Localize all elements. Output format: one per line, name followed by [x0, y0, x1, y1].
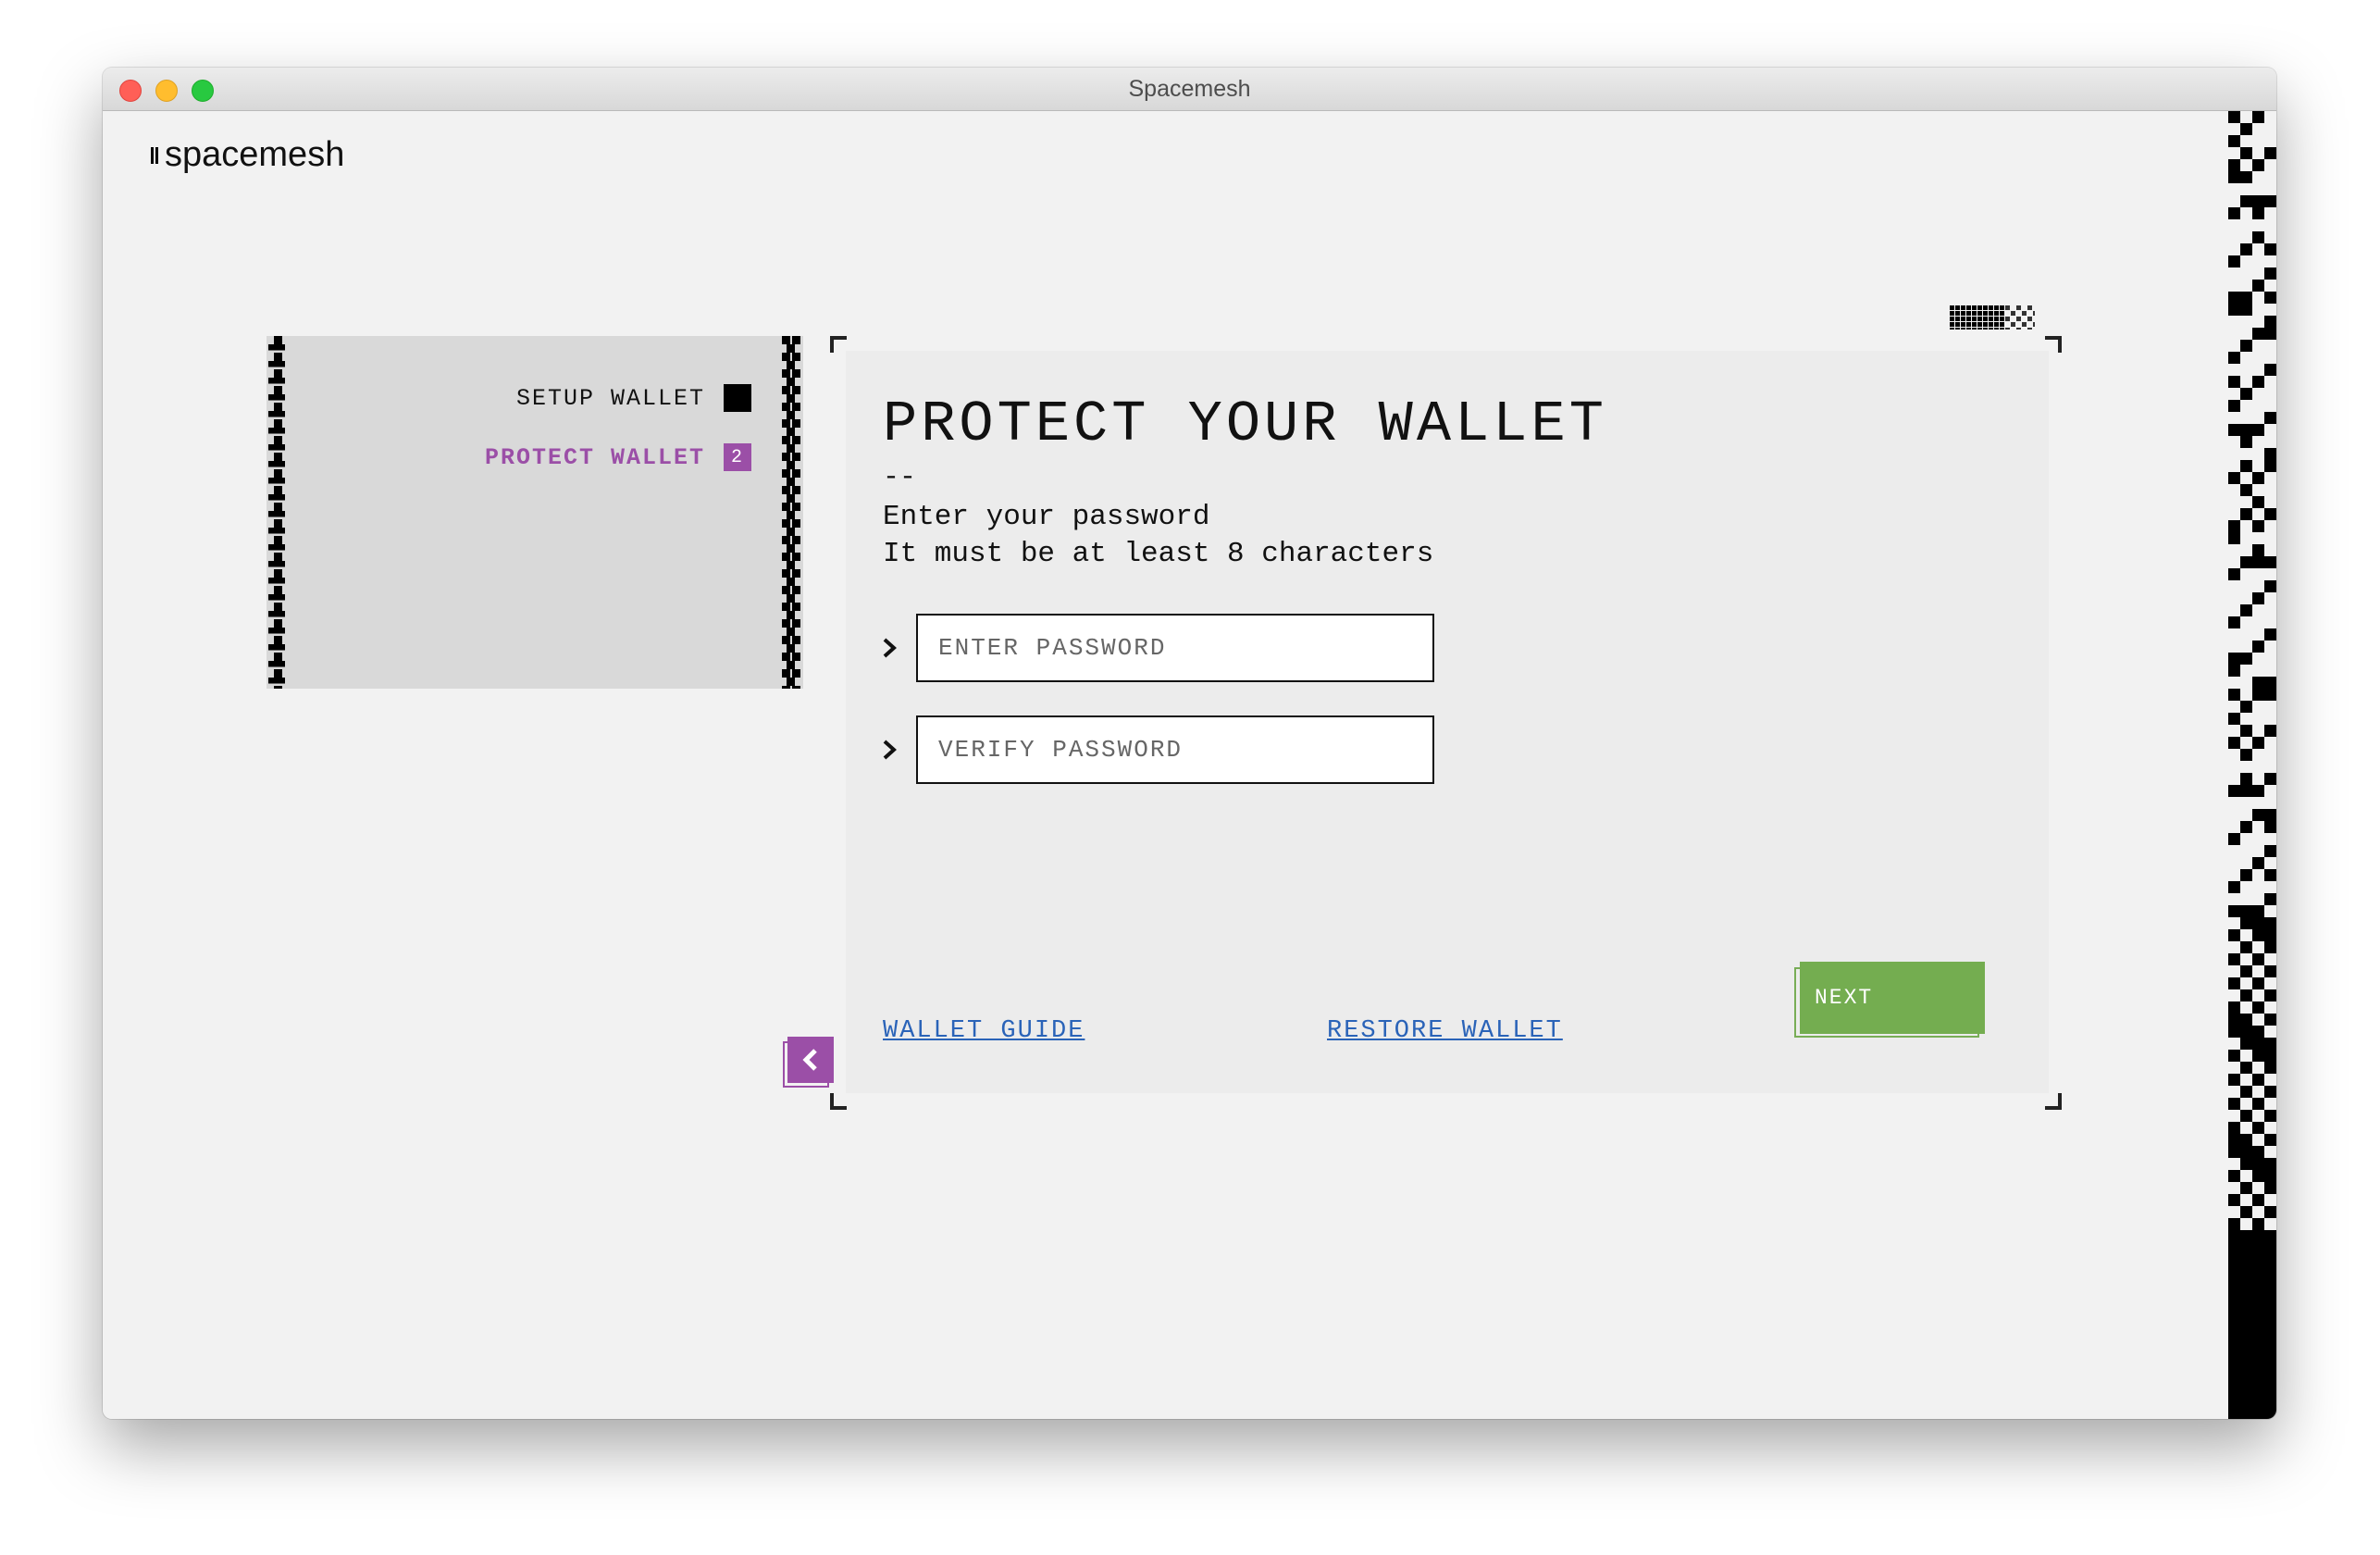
instruction-line-2: It must be at least 8 characters [883, 538, 1434, 570]
wallet-progress-panel: SETUP WALLET PROTECT WALLET 2 [267, 336, 803, 689]
app-window: Spacemesh spacemesh SETUP WALLET PROTECT… [103, 68, 2276, 1419]
step-label: PROTECT WALLET [484, 443, 705, 471]
window-title: Spacemesh [1128, 76, 1251, 102]
logo-mark-icon [151, 146, 160, 164]
instruction-line-1: Enter your password [883, 501, 1210, 533]
logo-text: spacemesh [165, 135, 345, 174]
title-divider: -- [883, 462, 917, 493]
verify-password-row [883, 715, 1434, 784]
dotted-border-left [268, 336, 285, 689]
instructions: Enter your password It must be at least … [883, 499, 1433, 573]
verify-password-input[interactable] [916, 715, 1434, 784]
back-button-container [783, 1037, 834, 1088]
next-button-container: NEXT [1794, 962, 1989, 1041]
pixel-pattern-decoration [2228, 111, 2276, 1419]
step-setup-wallet: SETUP WALLET [516, 384, 751, 412]
step-number-badge: 2 [724, 443, 751, 471]
back-chevron-icon [802, 1049, 817, 1071]
password-row [883, 614, 1434, 682]
wallet-guide-link[interactable]: WALLET GUIDE [883, 1017, 1085, 1045]
field-chevron-icon [883, 740, 903, 760]
spacemesh-logo: spacemesh [151, 135, 344, 175]
card-corner-bottom-left [830, 1093, 847, 1110]
field-chevron-icon [883, 638, 903, 658]
step-protect-wallet: PROTECT WALLET 2 [485, 443, 751, 471]
card-corner-top-left [830, 336, 847, 353]
dotted-border-right [782, 336, 800, 689]
restore-wallet-link[interactable]: RESTORE WALLET [1327, 1017, 1563, 1045]
next-button[interactable]: NEXT [1800, 962, 1985, 1034]
card-corner-bottom-right [2045, 1093, 2062, 1110]
card-tag-decoration [1950, 305, 2035, 330]
step-complete-marker [724, 384, 751, 412]
back-button[interactable] [787, 1037, 834, 1083]
app-content: spacemesh SETUP WALLET PROTECT WALLET 2 … [103, 111, 2276, 1419]
title-bar: Spacemesh [103, 68, 2276, 111]
protect-wallet-card: PROTECT YOUR WALLET -- Enter your passwo… [846, 351, 2049, 1093]
step-label: SETUP WALLET [515, 384, 705, 412]
page-title: PROTECT YOUR WALLET [883, 392, 1607, 457]
password-input[interactable] [916, 614, 1434, 682]
